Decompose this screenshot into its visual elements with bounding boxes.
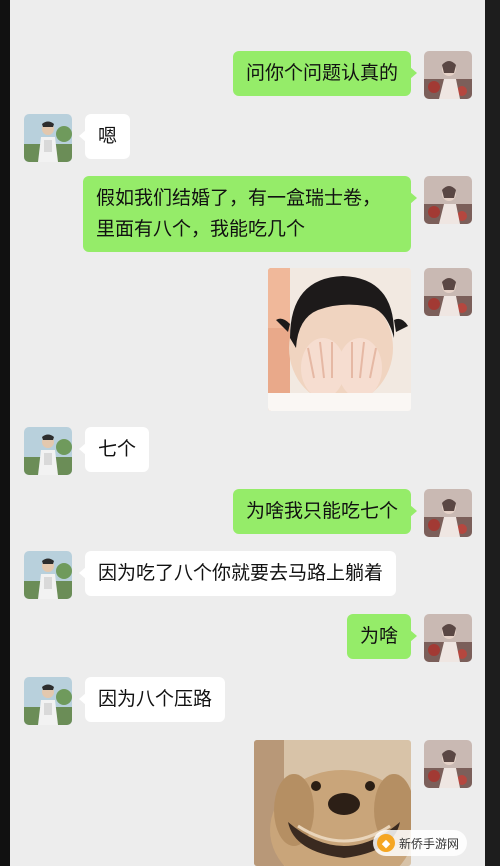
avatar-me[interactable] [424,489,472,537]
avatar-me[interactable] [424,614,472,662]
message-bubble-received[interactable]: 七个 [78,427,150,472]
message-bubble-received[interactable]: 因为吃了八个你就要去马路上躺着 [78,551,397,596]
message-bubble-sent[interactable]: 为啥我只能吃七个 [232,489,418,534]
child-covering-face-sticker [268,268,411,411]
sticker-image[interactable] [268,268,411,411]
chat-area[interactable]: 问你个问题认真的 嗯 假如我们结婚了，有一盒瑞士卷， 里面有八个，我能吃几个 七… [10,0,485,866]
avatar-me[interactable] [424,51,472,99]
message-bubble-received[interactable]: 嗯 [78,114,131,159]
watermark: ◆ 新侨手游网 [372,830,467,856]
avatar-friend[interactable] [24,427,72,475]
avatar-friend[interactable] [24,551,72,599]
watermark-logo-icon: ◆ [376,834,395,852]
avatar-me[interactable] [424,268,472,316]
avatar-friend[interactable] [24,114,72,162]
avatar-friend[interactable] [24,677,72,725]
left-dark-border [0,0,10,866]
message-bubble-sent[interactable]: 为啥 [346,614,418,659]
message-line: 假如我们结婚了，有一盒瑞士卷， [96,187,382,209]
message-line: 里面有八个，我能吃几个 [96,218,306,240]
watermark-text: 新侨手游网 [398,836,459,851]
avatar-me[interactable] [424,740,472,788]
message-bubble-sent[interactable]: 假如我们结婚了，有一盒瑞士卷， 里面有八个，我能吃几个 [83,176,417,252]
message-bubble-sent[interactable]: 问你个问题认真的 [232,51,418,96]
avatar-me[interactable] [424,176,472,224]
message-bubble-received[interactable]: 因为八个压路 [78,677,226,722]
right-dark-border [485,0,500,866]
